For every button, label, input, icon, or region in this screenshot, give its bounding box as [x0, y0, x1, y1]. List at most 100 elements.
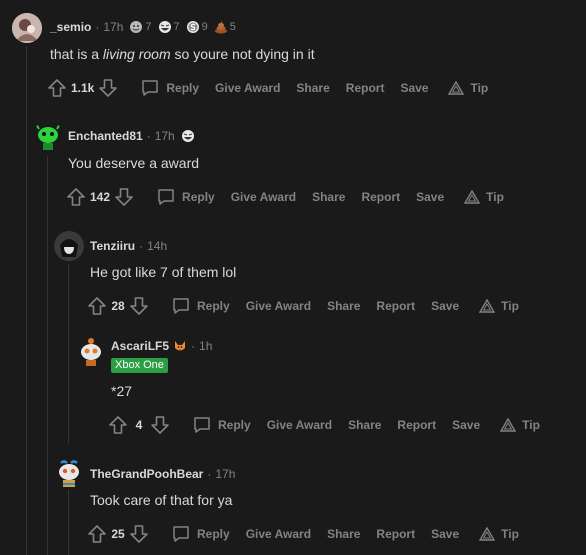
award-count: 7 — [173, 21, 180, 33]
downvote-icon[interactable] — [114, 187, 134, 207]
tip-triangle-icon — [479, 299, 496, 313]
username[interactable]: _semio — [50, 20, 91, 34]
timestamp[interactable]: 1h — [199, 339, 212, 353]
vote-score: 25 — [111, 527, 125, 541]
tip-button[interactable]: Tip — [479, 299, 519, 313]
reply-button[interactable]: Reply — [171, 296, 230, 316]
comment-bubble-icon — [173, 298, 189, 314]
save-button[interactable]: Save — [431, 299, 459, 313]
award-count: 7 — [145, 21, 152, 33]
save-button[interactable]: Save — [431, 527, 459, 541]
separator: · — [95, 20, 100, 34]
snoo-avatar-icon — [81, 338, 101, 366]
save-button[interactable]: Save — [400, 81, 428, 95]
timestamp[interactable]: 17h — [103, 20, 123, 34]
report-button[interactable]: Report — [346, 81, 385, 95]
comment-actions: 142 Reply Give Award Share Report Save T… — [66, 187, 504, 207]
upvote-icon[interactable] — [87, 296, 107, 316]
downvote-icon[interactable] — [150, 415, 170, 435]
snoo-avatar-icon — [59, 460, 79, 487]
timestamp[interactable]: 17h — [155, 129, 175, 143]
thread-line-level-1[interactable] — [26, 46, 27, 555]
upvote-icon[interactable] — [47, 78, 67, 98]
award-silver[interactable]: 9 — [186, 20, 208, 34]
give-award-button[interactable]: Give Award — [246, 527, 311, 541]
comment-bubble-icon — [158, 189, 174, 205]
tip-button[interactable]: Tip — [448, 81, 488, 95]
tip-button[interactable]: Tip — [464, 190, 504, 204]
report-button[interactable]: Report — [376, 299, 415, 313]
username[interactable]: AscariLF5 — [111, 339, 169, 353]
vote-score: 142 — [90, 190, 111, 204]
reply-label: Reply — [218, 418, 251, 432]
avatar[interactable] — [12, 13, 42, 43]
reply-button[interactable]: Reply — [192, 415, 251, 435]
reply-button[interactable]: Reply — [140, 78, 199, 98]
body-suffix: so youre not dying in it — [170, 46, 315, 62]
avatar[interactable] — [33, 121, 63, 151]
save-button[interactable]: Save — [452, 418, 480, 432]
award-wholesome-seal[interactable]: 7 — [129, 20, 152, 34]
share-button[interactable]: Share — [327, 527, 360, 541]
user-flair: Xbox One — [111, 358, 168, 373]
reply-button[interactable]: Reply — [156, 187, 215, 207]
tip-button[interactable]: Tip — [500, 418, 540, 432]
comment-actions: 1.1k Reply Give Award Share Report Save … — [47, 78, 488, 98]
avatar[interactable] — [76, 337, 106, 367]
upvote-icon[interactable] — [66, 187, 86, 207]
silver-coin-icon — [186, 21, 199, 33]
downvote-icon[interactable] — [129, 296, 149, 316]
comment-actions: 25 Reply Give Award Share Report Save Ti… — [87, 524, 519, 544]
give-award-button[interactable]: Give Award — [267, 418, 332, 432]
tip-label: Tip — [470, 81, 489, 95]
thread-line-level-3[interactable] — [68, 264, 69, 444]
share-button[interactable]: Share — [296, 81, 329, 95]
thread-line-level-2[interactable] — [47, 156, 48, 555]
reply-button[interactable]: Reply — [171, 524, 230, 544]
timestamp[interactable]: 14h — [147, 239, 167, 253]
separator: · — [146, 129, 151, 143]
laughing-face-icon — [158, 21, 171, 33]
separator: · — [207, 467, 212, 481]
tip-button[interactable]: Tip — [479, 527, 519, 541]
reply-label: Reply — [182, 190, 215, 204]
avatar[interactable] — [54, 458, 84, 488]
award-laughing[interactable]: 7 — [158, 20, 180, 34]
report-button[interactable]: Report — [376, 527, 415, 541]
username[interactable]: Tenziiru — [90, 239, 135, 253]
comment-bubble-icon — [173, 526, 189, 542]
upvote-icon[interactable] — [108, 415, 128, 435]
report-button[interactable]: Report — [361, 190, 400, 204]
comment-meta: AscariLF5 · 1h — [111, 339, 212, 353]
share-button[interactable]: Share — [348, 418, 381, 432]
comment-meta: Enchanted81 · 17h — [68, 129, 195, 143]
comment-meta: TheGrandPoohBear · 17h — [90, 467, 235, 481]
share-button[interactable]: Share — [327, 299, 360, 313]
award-poop[interactable]: 5 — [214, 20, 236, 34]
downvote-icon[interactable] — [98, 78, 118, 98]
comment-bubble-icon — [194, 417, 210, 433]
downvote-icon[interactable] — [129, 524, 149, 544]
share-button[interactable]: Share — [312, 190, 345, 204]
comment-actions: 4 Reply Give Award Share Report Save Tip — [108, 415, 540, 435]
give-award-button[interactable]: Give Award — [231, 190, 296, 204]
save-button[interactable]: Save — [416, 190, 444, 204]
comment-body: *27 — [111, 383, 133, 399]
upvote-icon[interactable] — [87, 524, 107, 544]
award-laughing[interactable] — [181, 129, 195, 143]
thread-line-level-3b[interactable] — [68, 490, 69, 555]
timestamp[interactable]: 17h — [215, 467, 235, 481]
avatar[interactable] — [54, 231, 84, 261]
tip-label: Tip — [522, 418, 540, 432]
report-button[interactable]: Report — [397, 418, 436, 432]
give-award-button[interactable]: Give Award — [215, 81, 280, 95]
give-award-button[interactable]: Give Award — [246, 299, 311, 313]
username[interactable]: TheGrandPoohBear — [90, 467, 203, 481]
username[interactable]: Enchanted81 — [68, 129, 143, 143]
body-emphasis: living room — [102, 46, 171, 62]
reply-label: Reply — [197, 299, 230, 313]
separator: · — [191, 339, 196, 353]
wholesome-seal-icon — [130, 21, 143, 33]
reply-label: Reply — [197, 527, 230, 541]
comment-body: He got like 7 of them lol — [90, 264, 237, 280]
